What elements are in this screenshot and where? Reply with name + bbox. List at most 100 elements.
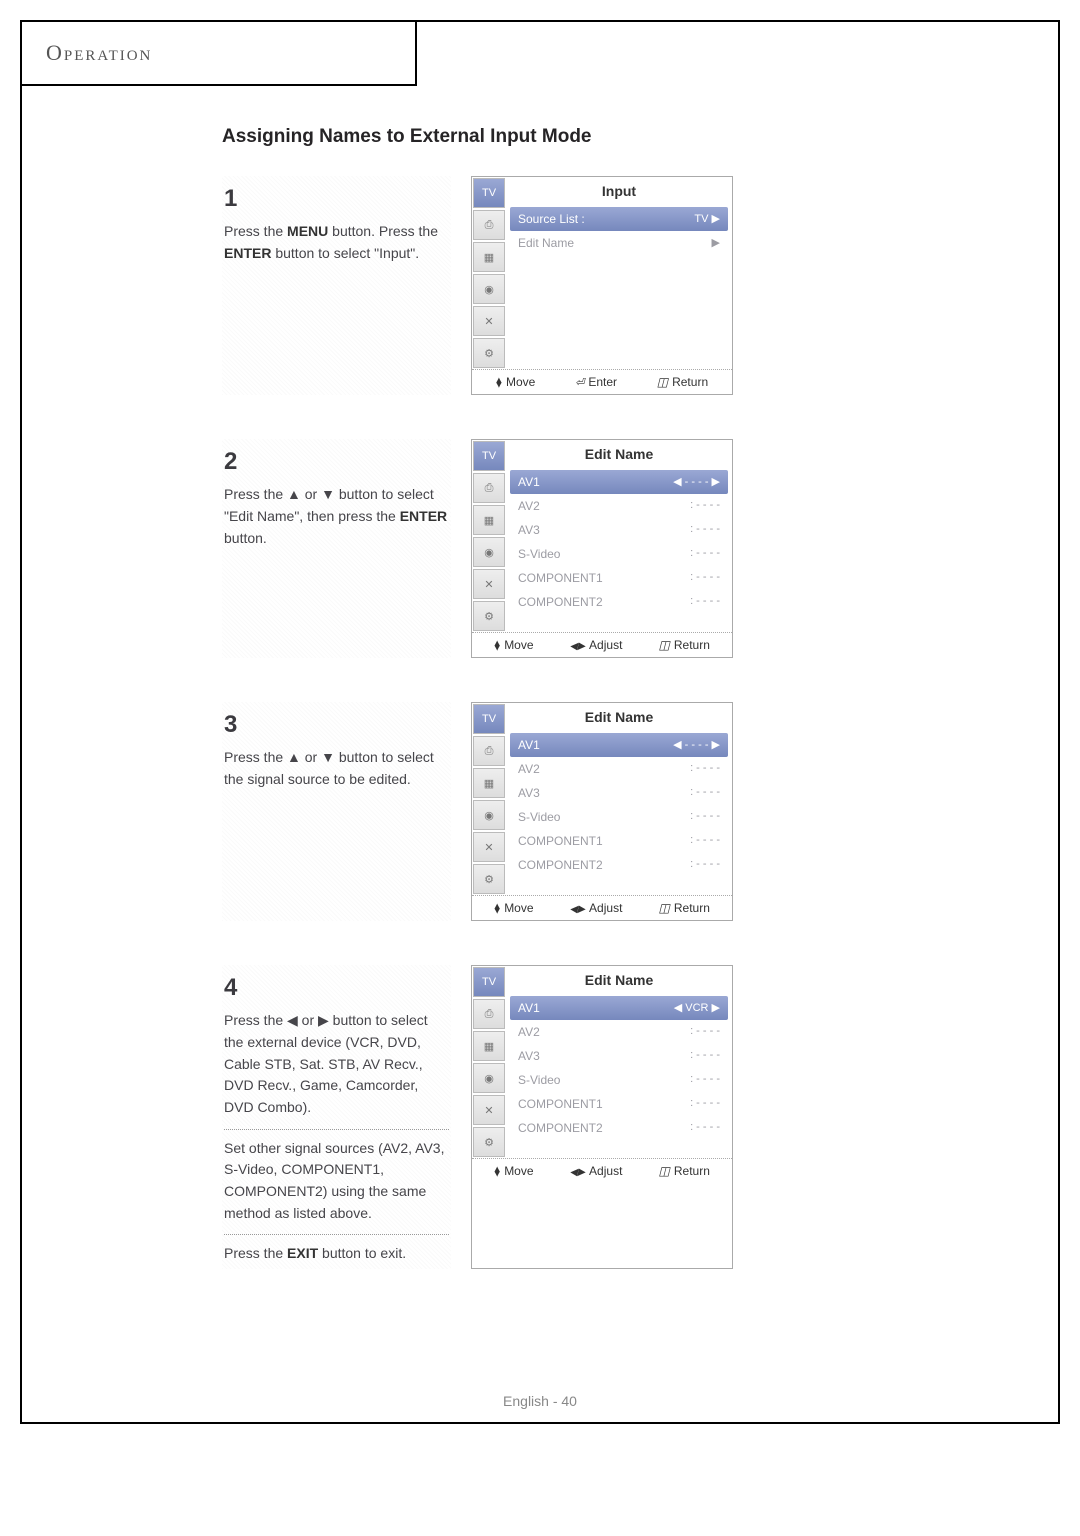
osd-sidebar: TV⎙▦◉✕⚙ — [472, 703, 506, 895]
osd-sidebar-icon: ⚙ — [473, 601, 505, 631]
osd-foot-move: Move — [494, 1164, 533, 1178]
step-instruction: Press the ▲ or ▼ button to select the si… — [224, 747, 449, 790]
osd-menu-item: AV2 : - - - - — [510, 757, 728, 781]
osd-title: Edit Name — [506, 703, 732, 731]
osd-item-label: COMPONENT1 — [518, 834, 603, 848]
osd-sidebar-icon: ✕ — [473, 569, 505, 599]
osd-item-label: S-Video — [518, 810, 560, 824]
osd-item-label: AV3 — [518, 523, 540, 537]
osd-foot-adjust: Adjust — [570, 1164, 623, 1178]
step-text-block: 4Press the ◀ or ▶ button to select the e… — [222, 965, 451, 1269]
osd-menu-item: AV3 : - - - - — [510, 518, 728, 542]
osd-item-value: : - - - - — [690, 1073, 720, 1087]
osd-title: Edit Name — [506, 440, 732, 468]
osd-menu-item: AV3 : - - - - — [510, 1044, 728, 1068]
osd-sidebar-icon: ⎙ — [473, 473, 505, 503]
osd-sidebar-icon: ✕ — [473, 306, 505, 336]
osd-item-value: : - - - - — [690, 499, 720, 513]
osd-sidebar-icon: TV — [473, 967, 505, 997]
osd-list: Source List : TV ▶ Edit Name ▶ — [506, 205, 732, 261]
osd-item-value: ▶ — [712, 236, 720, 250]
page-footer: English - 40 — [22, 1353, 1058, 1419]
osd-menu-item: AV2 : - - - - — [510, 1020, 728, 1044]
osd-footer: Move Enter Return — [472, 369, 732, 394]
osd-sidebar-icon: ⚙ — [473, 864, 505, 894]
osd-menu-item: COMPONENT2 : - - - - — [510, 1116, 728, 1140]
step-number: 3 — [224, 706, 449, 743]
osd-foot-adjust: Adjust — [570, 901, 623, 915]
bold-term: EXIT — [287, 1245, 318, 1261]
osd-item-label: AV2 — [518, 762, 540, 776]
osd-menu-item: COMPONENT2 : - - - - — [510, 590, 728, 614]
step-text-block: 3 Press the ▲ or ▼ button to select the s… — [222, 702, 451, 921]
step-text-block: 1 Press the MENU button. Press the ENTER … — [222, 176, 451, 395]
osd-item-value: : - - - - — [690, 523, 720, 537]
osd-title: Input — [506, 177, 732, 205]
osd-item-value: : - - - - — [690, 1097, 720, 1111]
osd-foot-move: Move — [494, 638, 533, 652]
osd-item-label: AV3 — [518, 786, 540, 800]
osd-menu-item: Source List : TV ▶ — [510, 207, 728, 231]
osd-menu-item: S-Video : - - - - — [510, 542, 728, 566]
osd-sidebar-icon: ✕ — [473, 832, 505, 862]
osd-item-value: : - - - - — [690, 786, 720, 800]
osd-item-value: : - - - - — [690, 834, 720, 848]
osd-item-value: : - - - - — [690, 1049, 720, 1063]
osd-title: Edit Name — [506, 966, 732, 994]
osd-sidebar: TV⎙▦◉✕⚙ — [472, 177, 506, 369]
osd-item-value: : - - - - — [690, 1025, 720, 1039]
osd-item-value: : - - - - — [690, 858, 720, 872]
osd-panel: TV⎙▦◉✕⚙ Edit Name AV1 ◀ - - - - ▶ AV2 : … — [471, 439, 733, 658]
osd-foot-return: Return — [659, 638, 710, 652]
osd-sidebar-icon: ◉ — [473, 537, 505, 567]
osd-menu-item: COMPONENT1 : - - - - — [510, 566, 728, 590]
step-instruction: Press the MENU button. Press the ENTER b… — [224, 221, 449, 264]
step-number: 1 — [224, 180, 449, 217]
osd-item-value: : - - - - — [690, 595, 720, 609]
osd-sidebar-icon: ▦ — [473, 505, 505, 535]
osd-sidebar: TV⎙▦◉✕⚙ — [472, 966, 506, 1158]
bold-term: MENU — [287, 223, 328, 239]
osd-menu-item: COMPONENT1 : - - - - — [510, 829, 728, 853]
osd-item-value: : - - - - — [690, 1121, 720, 1135]
osd-foot-return: Return — [659, 1164, 710, 1178]
osd-item-label: AV2 — [518, 1025, 540, 1039]
osd-item-label: COMPONENT2 — [518, 858, 603, 872]
osd-item-label: AV1 — [518, 1001, 540, 1015]
bold-term: ENTER — [400, 508, 447, 524]
osd-sidebar-icon: ✕ — [473, 1095, 505, 1125]
osd-sidebar-icon: TV — [473, 704, 505, 734]
osd-foot-enter: Enter — [575, 375, 617, 389]
osd-footer: Move Adjust Return — [472, 895, 732, 920]
osd-menu-item: S-Video : - - - - — [510, 1068, 728, 1092]
osd-menu-item: AV1 ◀ VCR ▶ — [510, 996, 728, 1020]
osd-panel: TV⎙▦◉✕⚙ Edit Name AV1 ◀ - - - - ▶ AV2 : … — [471, 702, 733, 921]
osd-menu-item: Edit Name ▶ — [510, 231, 728, 255]
osd-item-value: : - - - - — [690, 547, 720, 561]
osd-sidebar-icon: ▦ — [473, 1031, 505, 1061]
step-instruction: Press the ▲ or ▼ button to select "Edit … — [224, 484, 449, 549]
osd-item-label: AV3 — [518, 1049, 540, 1063]
step-row: 2 Press the ▲ or ▼ button to select "Edit… — [222, 439, 858, 658]
osd-menu-item: AV1 ◀ - - - - ▶ — [510, 733, 728, 757]
osd-sidebar-icon: ⎙ — [473, 736, 505, 766]
osd-item-label: Source List : — [518, 212, 585, 226]
osd-menu-item: AV3 : - - - - — [510, 781, 728, 805]
osd-list: AV1 ◀ - - - - ▶ AV2 : - - - - AV3 : - - … — [506, 468, 732, 620]
osd-item-label: AV1 — [518, 475, 540, 489]
osd-sidebar-icon: ▦ — [473, 768, 505, 798]
osd-item-label: COMPONENT1 — [518, 571, 603, 585]
step-number: 2 — [224, 443, 449, 480]
osd-footer: Move Adjust Return — [472, 632, 732, 657]
osd-menu-item: COMPONENT2 : - - - - — [510, 853, 728, 877]
osd-sidebar-icon: ⚙ — [473, 1127, 505, 1157]
osd-foot-move: Move — [494, 901, 533, 915]
osd-footer: Move Adjust Return — [472, 1158, 732, 1183]
step-exit-note: Press the EXIT button to exit. — [224, 1234, 449, 1265]
osd-item-label: S-Video — [518, 547, 560, 561]
content-area: Assigning Names to External Input Mode 1… — [22, 86, 1058, 1353]
osd-menu-item: COMPONENT1 : - - - - — [510, 1092, 728, 1116]
step-row: 1 Press the MENU button. Press the ENTER … — [222, 176, 858, 395]
osd-foot-adjust: Adjust — [570, 638, 623, 652]
osd-sidebar-icon: ⚙ — [473, 338, 505, 368]
